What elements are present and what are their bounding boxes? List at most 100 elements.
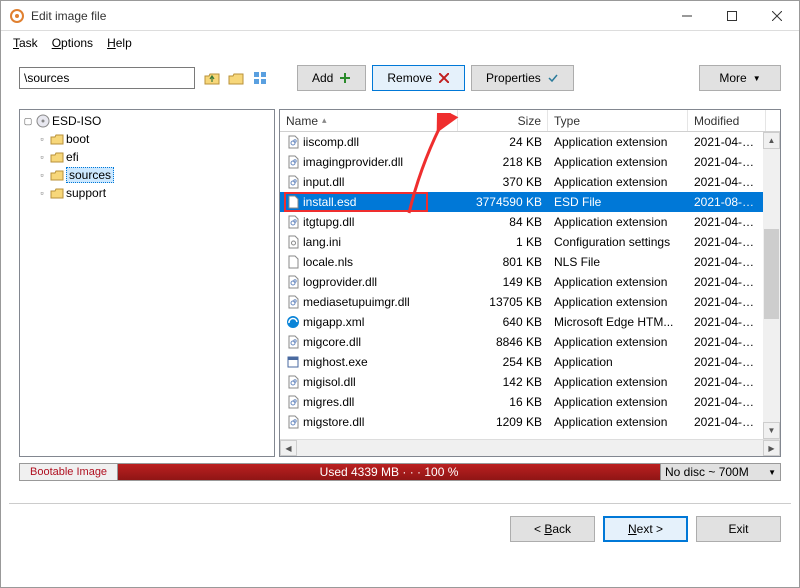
file-row[interactable]: itgtupg.dll84 KBApplication extension202… <box>280 212 780 232</box>
column-type[interactable]: Type <box>548 110 688 131</box>
file-row[interactable]: mediasetupuimgr.dll13705 KBApplication e… <box>280 292 780 312</box>
file-name: logprovider.dll <box>303 275 377 289</box>
more-label: More <box>719 71 746 85</box>
file-size: 84 KB <box>458 215 548 229</box>
file-name: migapp.xml <box>303 315 364 329</box>
vertical-scrollbar[interactable]: ▲ ▼ <box>763 132 780 439</box>
file-row[interactable]: migcore.dll8846 KBApplication extension2… <box>280 332 780 352</box>
file-type: Application extension <box>548 135 688 149</box>
file-size: 370 KB <box>458 175 548 189</box>
disc-icon <box>36 114 50 128</box>
file-row[interactable]: logprovider.dll149 KBApplication extensi… <box>280 272 780 292</box>
menu-task[interactable]: Task <box>7 34 44 52</box>
horizontal-scrollbar[interactable]: ◀ ▶ <box>280 439 780 456</box>
exit-button[interactable]: Exit <box>696 516 781 542</box>
file-list[interactable]: Name▴ Size Type Modified iiscomp.dll24 K… <box>279 109 781 457</box>
file-row[interactable]: input.dll370 KBApplication extension2021… <box>280 172 780 192</box>
file-row[interactable]: locale.nls801 KBNLS File2021-04-09 ... <box>280 252 780 272</box>
file-type: Configuration settings <box>548 235 688 249</box>
expand-icon[interactable]: ▫ <box>36 188 48 198</box>
folder-icon <box>50 168 64 182</box>
column-name[interactable]: Name▴ <box>280 110 458 131</box>
up-folder-icon[interactable] <box>203 69 221 87</box>
folder-tree[interactable]: ▢ ESD-ISO ▫boot▫efi▫sources▫support <box>19 109 275 457</box>
file-row[interactable]: migapp.xml640 KBMicrosoft Edge HTM...202… <box>280 312 780 332</box>
file-size: 218 KB <box>458 155 548 169</box>
scroll-down-icon[interactable]: ▼ <box>763 422 780 439</box>
minimize-button[interactable] <box>664 1 709 31</box>
scroll-right-icon[interactable]: ▶ <box>763 440 780 456</box>
tree-item-boot[interactable]: ▫boot <box>22 130 272 148</box>
file-type: Microsoft Edge HTM... <box>548 315 688 329</box>
scroll-left-icon[interactable]: ◀ <box>280 440 297 456</box>
file-type: Application <box>548 355 688 369</box>
next-button[interactable]: Next > <box>603 516 688 542</box>
file-name: iiscomp.dll <box>303 135 359 149</box>
remove-x-icon <box>438 72 450 84</box>
new-folder-icon[interactable] <box>227 69 245 87</box>
scroll-thumb[interactable] <box>764 229 779 319</box>
file-row[interactable]: migisol.dll142 KBApplication extension20… <box>280 372 780 392</box>
tree-item-sources[interactable]: ▫ sources <box>22 166 272 184</box>
file-name: input.dll <box>303 175 344 189</box>
file-modified: 2021-08-24 ... <box>688 195 766 209</box>
file-icon <box>286 175 300 189</box>
file-modified: 2021-04-09 ... <box>688 175 766 189</box>
file-type: Application extension <box>548 335 688 349</box>
file-icon <box>286 235 300 249</box>
back-button[interactable]: < Back <box>510 516 595 542</box>
remove-button[interactable]: Remove <box>372 65 465 91</box>
file-icon <box>286 315 300 329</box>
menubar: Task Options Help <box>1 31 799 55</box>
file-row[interactable]: install.esd 3774590 KBESD File2021-08-24 … <box>280 192 780 212</box>
menu-options[interactable]: Options <box>46 34 99 52</box>
file-icon <box>286 295 300 309</box>
sort-asc-icon: ▴ <box>322 115 327 126</box>
file-name: install.esd <box>303 195 356 209</box>
file-name: migcore.dll <box>303 335 361 349</box>
file-icon <box>286 195 300 209</box>
file-row[interactable]: mighost.exe254 KBApplication2021-04-09 .… <box>280 352 780 372</box>
expand-icon[interactable]: ▫ <box>36 134 48 144</box>
expand-icon[interactable]: ▫ <box>36 170 48 180</box>
file-modified: 2021-04-09 ... <box>688 355 766 369</box>
maximize-button[interactable] <box>709 1 754 31</box>
disc-size-combo[interactable]: No disc ~ 700M ▼ <box>660 464 780 480</box>
file-modified: 2021-04-09 ... <box>688 375 766 389</box>
file-size: 1209 KB <box>458 415 548 429</box>
file-icon <box>286 215 300 229</box>
file-type: ESD File <box>548 195 688 209</box>
path-input[interactable]: \sources <box>19 67 195 89</box>
properties-button[interactable]: Properties <box>471 65 574 91</box>
tree-item-support[interactable]: ▫support <box>22 184 272 202</box>
file-row[interactable]: migstore.dll1209 KBApplication extension… <box>280 412 780 432</box>
more-button[interactable]: More ▼ <box>699 65 781 91</box>
file-name: migisol.dll <box>303 375 356 389</box>
file-modified: 2021-04-09 ... <box>688 335 766 349</box>
file-row[interactable]: imagingprovider.dll218 KBApplication ext… <box>280 152 780 172</box>
tree-root-label: ESD-ISO <box>52 114 101 128</box>
scroll-up-icon[interactable]: ▲ <box>763 132 780 149</box>
tree-item-efi[interactable]: ▫efi <box>22 148 272 166</box>
tree-root[interactable]: ▢ ESD-ISO <box>22 112 272 130</box>
file-row[interactable]: iiscomp.dll24 KBApplication extension202… <box>280 132 780 152</box>
add-button[interactable]: Add <box>297 65 366 91</box>
file-size: 13705 KB <box>458 295 548 309</box>
remove-label: Remove <box>387 71 432 85</box>
file-type: Application extension <box>548 375 688 389</box>
file-row[interactable]: migres.dll16 KBApplication extension2021… <box>280 392 780 412</box>
file-row[interactable]: lang.ini1 KBConfiguration settings2021-0… <box>280 232 780 252</box>
file-size: 3774590 KB <box>458 195 548 209</box>
file-type: Application extension <box>548 415 688 429</box>
tree-item-label: sources <box>66 167 114 183</box>
menu-help[interactable]: Help <box>101 34 138 52</box>
view-mode-icon[interactable] <box>251 69 269 87</box>
file-name: imagingprovider.dll <box>303 155 403 169</box>
expand-icon[interactable]: ▫ <box>36 152 48 162</box>
column-size[interactable]: Size <box>458 110 548 131</box>
file-icon <box>286 375 300 389</box>
column-modified[interactable]: Modified <box>688 110 766 131</box>
collapse-icon[interactable]: ▢ <box>22 116 34 127</box>
close-button[interactable] <box>754 1 799 31</box>
file-size: 149 KB <box>458 275 548 289</box>
